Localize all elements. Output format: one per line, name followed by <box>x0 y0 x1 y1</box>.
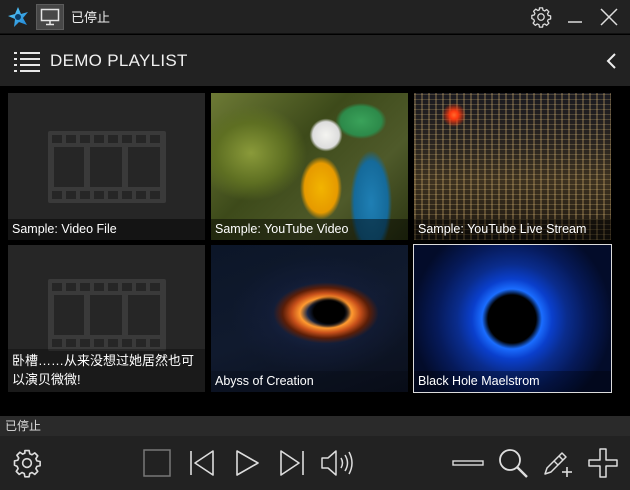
gear-icon[interactable] <box>524 0 558 34</box>
minimize-icon[interactable] <box>558 0 592 34</box>
app-logo-icon[interactable] <box>5 4 31 30</box>
film-placeholder-icon <box>48 131 166 203</box>
title-bar: 已停止 <box>0 0 630 34</box>
monitor-icon[interactable] <box>36 3 64 30</box>
parrot-thumbnail <box>211 93 408 240</box>
film-placeholder-icon <box>48 279 166 351</box>
playlist-grid: Sample: Video File Sample: YouTube Video… <box>0 86 630 414</box>
settings-icon[interactable] <box>10 446 44 480</box>
black-hole-thumbnail <box>211 245 408 392</box>
playlist-item-selected[interactable]: Black Hole Maelstrom <box>413 244 612 393</box>
add-icon[interactable] <box>586 446 620 480</box>
next-icon[interactable] <box>275 446 309 480</box>
list-menu-icon[interactable] <box>14 49 40 73</box>
bottom-toolbar <box>0 436 630 490</box>
city-night-thumbnail <box>414 93 611 240</box>
window-title: 已停止 <box>71 10 111 25</box>
item-label: Sample: Video File <box>8 219 205 240</box>
close-icon[interactable] <box>592 0 626 34</box>
status-text: 已停止 <box>5 419 42 433</box>
blue-vortex-thumbnail <box>414 245 611 392</box>
item-label: Sample: YouTube Video <box>211 219 408 240</box>
chevron-left-icon[interactable] <box>600 46 622 76</box>
playlist-title: DEMO PLAYLIST <box>50 50 188 70</box>
play-icon[interactable] <box>230 446 264 480</box>
volume-icon[interactable] <box>320 446 354 480</box>
status-bar: 已停止 <box>0 416 630 436</box>
playlist-item[interactable]: Sample: YouTube Video <box>211 93 408 240</box>
item-label: Black Hole Maelstrom <box>414 371 611 392</box>
playlist-item[interactable]: Abyss of Creation <box>211 245 408 392</box>
previous-icon[interactable] <box>185 446 219 480</box>
playlist-header: DEMO PLAYLIST <box>0 35 630 86</box>
playlist-item[interactable]: Sample: Video File <box>8 93 205 240</box>
playlist-item[interactable]: Sample: YouTube Live Stream <box>414 93 611 240</box>
edit-add-icon[interactable] <box>541 446 575 480</box>
item-label: Sample: YouTube Live Stream <box>414 219 611 240</box>
remove-icon[interactable] <box>451 446 485 480</box>
item-label: 卧槽……从来没想过她居然也可以演贝微微! <box>8 349 205 392</box>
stop-icon[interactable] <box>140 446 174 480</box>
search-icon[interactable] <box>496 446 530 480</box>
playlist-item[interactable]: 卧槽……从来没想过她居然也可以演贝微微! <box>8 245 205 392</box>
item-label: Abyss of Creation <box>211 371 408 392</box>
